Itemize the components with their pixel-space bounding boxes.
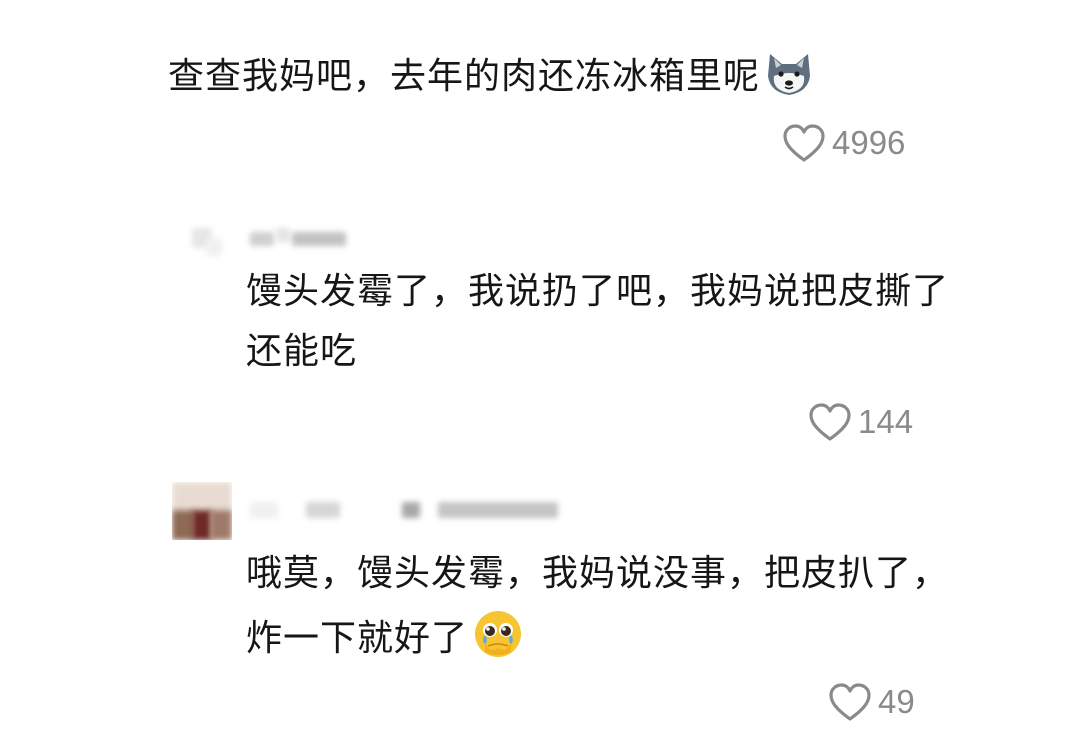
comment-text-line-with-emoji: 炸一下就好了 — [246, 608, 949, 675]
comment-text-line: 哦莫，馒头发霉，我妈说没事，把皮扒了， — [246, 553, 950, 594]
username-redacted[interactable] — [248, 496, 560, 524]
comment-body: 查查我妈吧，去年的肉还冻冰箱里呢 — [168, 50, 814, 113]
wolf-emoji-icon — [764, 50, 814, 113]
like-count: 4996 — [832, 124, 906, 161]
comment-text: 查查我妈吧，去年的肉还冻冰箱里呢 — [168, 56, 761, 97]
avatar[interactable] — [188, 224, 224, 260]
pleading-face-emoji-icon — [472, 608, 524, 675]
comment-body: 哦莫，馒头发霉，我妈说没事，把皮扒了， 炸一下就好了 — [246, 548, 949, 675]
comment-text-line: 馒头发霉了，我说扔了吧，我妈说把皮撕了 — [246, 271, 950, 312]
avatar[interactable] — [172, 482, 232, 540]
like-count: 144 — [858, 403, 914, 440]
like-button[interactable]: 4996 — [782, 119, 905, 167]
username-redacted[interactable] — [248, 226, 348, 252]
comment-text-line: 炸一下就好了 — [246, 618, 469, 659]
like-button[interactable]: 49 — [828, 678, 915, 726]
comment-body: 馒头发霉了，我说扔了吧，我妈说把皮撕了 还能吃 — [246, 266, 949, 378]
comment-text-line: 还能吃 — [246, 331, 358, 372]
heart-outline-icon — [828, 682, 872, 722]
heart-outline-icon — [808, 402, 852, 442]
like-button[interactable]: 144 — [808, 398, 913, 446]
heart-outline-icon — [782, 123, 826, 163]
like-count: 49 — [878, 683, 915, 720]
